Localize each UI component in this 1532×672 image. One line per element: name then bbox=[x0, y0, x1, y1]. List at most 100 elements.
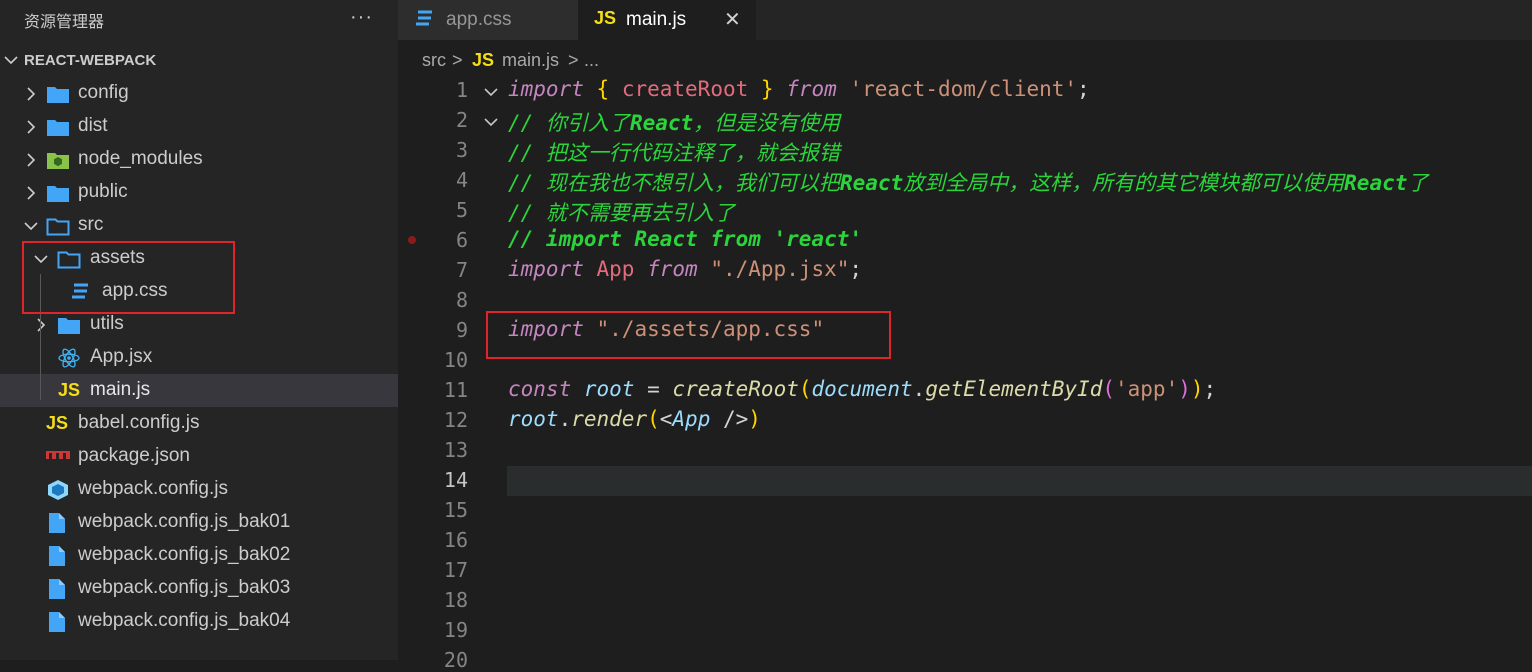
tree-item-dist[interactable]: dist bbox=[0, 110, 398, 143]
line-number: 9 bbox=[455, 318, 468, 342]
tree-item-label: utils bbox=[90, 313, 124, 334]
tab-bar: app.css JS main.js ✕ bbox=[398, 0, 1532, 40]
js-icon: JS bbox=[472, 50, 495, 70]
line-number: 1 bbox=[455, 78, 468, 102]
tree-item-webpack-bak04[interactable]: webpack.config.js_bak04 bbox=[0, 605, 398, 638]
line-number-current: 14 bbox=[443, 468, 468, 492]
line-number: 13 bbox=[443, 438, 468, 462]
tab-label: main.js bbox=[626, 9, 687, 30]
js-icon: JS bbox=[594, 8, 617, 28]
line-number: 16 bbox=[443, 528, 468, 552]
code-line-7: import App from "./App.jsx"; bbox=[508, 257, 863, 281]
line-number: 15 bbox=[443, 498, 468, 522]
tree-item-webpack-config[interactable]: webpack.config.js bbox=[0, 473, 398, 506]
breadcrumb-file[interactable]: main.js bbox=[502, 50, 559, 71]
chevron-right-icon bbox=[27, 87, 36, 101]
code-line-3: // 把这一行代码注释了，就会报错 bbox=[508, 141, 840, 165]
highlight-box-assets bbox=[22, 241, 235, 314]
js-icon: JS bbox=[46, 413, 69, 433]
file-icon bbox=[49, 546, 65, 566]
folder-open-icon bbox=[46, 218, 70, 236]
line-number: 19 bbox=[443, 618, 468, 642]
fold-chevron-icon[interactable] bbox=[484, 85, 498, 99]
file-icon bbox=[49, 579, 65, 599]
js-icon: JS bbox=[58, 380, 81, 400]
code-line-5: // 就不需要再去引入了 bbox=[508, 201, 735, 225]
breadcrumb: src > JS main.js > ... bbox=[398, 42, 1532, 78]
line-number: 12 bbox=[443, 408, 468, 432]
tab-label: app.css bbox=[446, 9, 512, 30]
chevron-right-icon bbox=[27, 120, 36, 134]
tree-item-package-json[interactable]: package.json bbox=[0, 440, 398, 473]
file-icon bbox=[49, 612, 65, 632]
tree-item-public[interactable]: public bbox=[0, 176, 398, 209]
react-icon bbox=[58, 348, 80, 368]
tree-item-label: webpack.config.js_bak04 bbox=[78, 610, 291, 631]
tree-item-label: package.json bbox=[78, 445, 190, 466]
line-number: 20 bbox=[443, 648, 468, 672]
folder-icon bbox=[47, 186, 69, 202]
folder-icon bbox=[47, 120, 69, 136]
line-number: 17 bbox=[443, 558, 468, 582]
tree-item-babel-config[interactable]: JS babel.config.js bbox=[0, 407, 398, 440]
tree-item-label: node_modules bbox=[78, 148, 203, 169]
folder-icon bbox=[58, 318, 80, 334]
code-line-4: // 现在我也不想引入，我们可以把React放到全局中，这样，所有的其它模块都可… bbox=[508, 171, 1429, 195]
explorer-title: 资源管理器 bbox=[24, 14, 105, 31]
tree-item-webpack-bak02[interactable]: webpack.config.js_bak02 bbox=[0, 539, 398, 572]
folder-icon bbox=[47, 87, 69, 103]
line-number: 4 bbox=[455, 168, 468, 192]
workspace-section-header[interactable]: REACT-WEBPACK bbox=[0, 44, 398, 77]
code-line-2: // 你引入了React，但是没有使用 bbox=[508, 111, 841, 135]
code-line-12: root.render(<App />) bbox=[508, 407, 761, 431]
tree-item-label: config bbox=[78, 82, 129, 103]
css-icon bbox=[416, 10, 432, 26]
tree-item-label: src bbox=[78, 214, 104, 235]
breadcrumb-ellipsis[interactable]: ... bbox=[584, 50, 599, 71]
more-actions-icon[interactable]: ··· bbox=[350, 6, 373, 29]
tree-item-app-jsx[interactable]: App.jsx bbox=[0, 341, 398, 374]
close-icon[interactable]: ✕ bbox=[724, 7, 741, 32]
explorer-sidebar: 资源管理器 ··· REACT-WEBPACK config dist node… bbox=[0, 0, 398, 660]
tree-item-config[interactable]: config bbox=[0, 77, 398, 110]
line-number: 10 bbox=[443, 348, 468, 372]
node-folder-icon bbox=[47, 153, 69, 169]
breadcrumb-separator: > bbox=[568, 50, 579, 70]
line-number: 7 bbox=[455, 258, 468, 282]
tree-item-label: App.jsx bbox=[90, 346, 153, 367]
file-icon bbox=[49, 513, 65, 533]
code-line-6: // import React from 'react' bbox=[508, 227, 863, 251]
current-line-highlight bbox=[507, 466, 1532, 496]
tree-item-webpack-bak01[interactable]: webpack.config.js_bak01 bbox=[0, 506, 398, 539]
breadcrumb-separator: > bbox=[452, 50, 463, 70]
tree-item-label: main.js bbox=[90, 379, 151, 400]
tab-main-js[interactable]: JS main.js ✕ bbox=[578, 0, 756, 40]
tree-item-src[interactable]: src bbox=[0, 209, 398, 242]
fold-chevron-icon[interactable] bbox=[484, 115, 498, 129]
line-number: 6 bbox=[455, 228, 468, 252]
chevron-right-icon bbox=[27, 186, 36, 200]
tree-item-node-modules[interactable]: node_modules bbox=[0, 143, 398, 176]
code-line-11: const root = createRoot(document.getElem… bbox=[508, 377, 1217, 401]
line-number: 2 bbox=[455, 108, 468, 132]
npm-icon bbox=[46, 451, 70, 459]
code-editor[interactable]: 1 2 3 4 5 6 7 8 9 10 11 12 13 14 15 16 1… bbox=[398, 76, 1532, 672]
tree-item-label: public bbox=[78, 181, 128, 202]
line-number: 18 bbox=[443, 588, 468, 612]
tree-item-label: webpack.config.js_bak01 bbox=[78, 511, 291, 532]
tree-item-label: babel.config.js bbox=[78, 412, 200, 433]
tab-app-css[interactable]: app.css bbox=[398, 0, 578, 40]
chevron-right-icon bbox=[27, 153, 36, 167]
tree-item-webpack-bak03[interactable]: webpack.config.js_bak03 bbox=[0, 572, 398, 605]
webpack-icon bbox=[48, 480, 68, 500]
tree-item-label: dist bbox=[78, 115, 108, 136]
code-line-1: import { createRoot } from 'react-dom/cl… bbox=[508, 77, 1090, 101]
breadcrumb-folder[interactable]: src bbox=[422, 50, 446, 71]
tree-item-label: webpack.config.js_bak02 bbox=[78, 544, 291, 565]
workspace-name: REACT-WEBPACK bbox=[24, 52, 157, 69]
chevron-right-icon bbox=[37, 318, 46, 332]
line-number: 11 bbox=[443, 378, 468, 402]
highlight-box-css-import bbox=[486, 311, 891, 359]
tree-item-main-js[interactable]: JS main.js bbox=[0, 374, 398, 407]
line-number: 5 bbox=[455, 198, 468, 222]
